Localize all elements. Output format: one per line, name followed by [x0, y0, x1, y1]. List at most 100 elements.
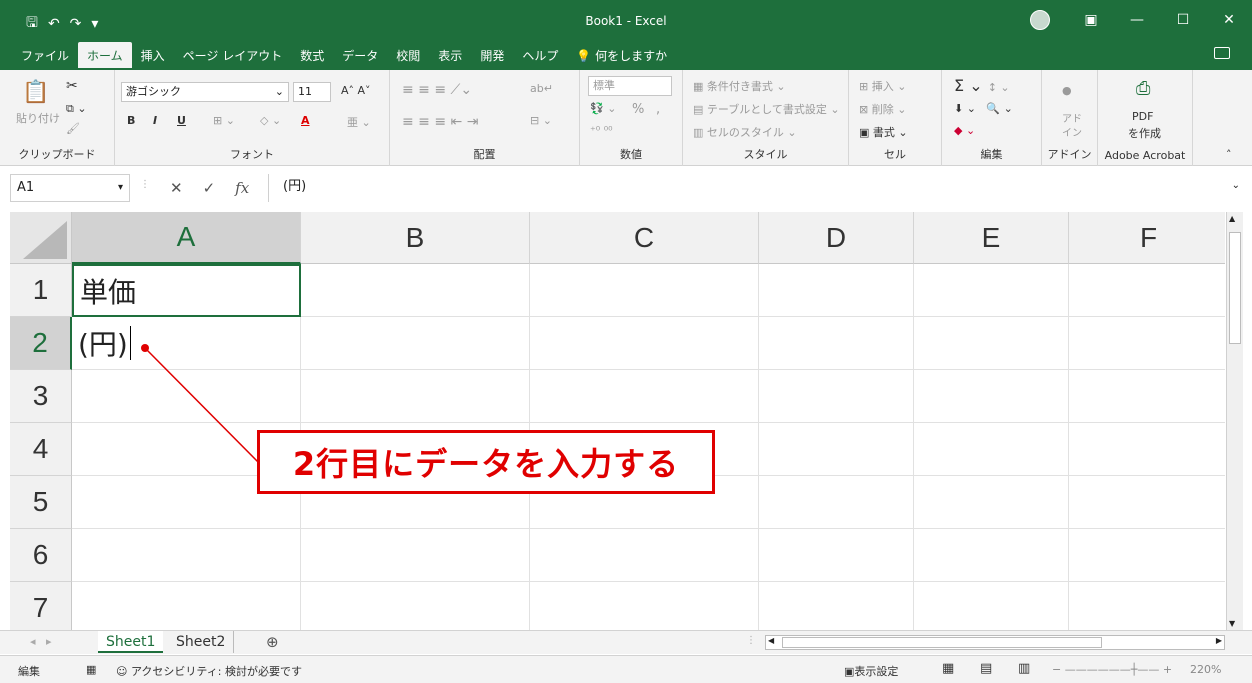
grid-cell[interactable]: [1069, 476, 1225, 529]
delete-cells-button[interactable]: ⊠ 削除 ⌄: [859, 101, 906, 117]
row-header-3[interactable]: 3: [10, 370, 72, 423]
grid-cell[interactable]: [301, 264, 530, 317]
wrap-text-icon[interactable]: ab↵: [530, 82, 553, 95]
grid-cell[interactable]: [914, 264, 1069, 317]
insert-cells-button[interactable]: ⊞ 挿入 ⌄: [859, 78, 906, 94]
accounting-format-icon[interactable]: 💱 ⌄: [590, 102, 616, 115]
normal-view-icon[interactable]: ▦: [942, 661, 954, 676]
tab-page-layout[interactable]: ページ レイアウト: [174, 42, 292, 70]
tab-help[interactable]: ヘルプ: [513, 42, 567, 70]
pdf-icon[interactable]: ⎙: [1136, 78, 1150, 99]
row-header-6[interactable]: 6: [10, 529, 72, 582]
autosum-button[interactable]: Σ ⌄ ↕ ⌄: [954, 76, 1010, 95]
column-header-e[interactable]: E: [914, 212, 1069, 264]
grid-cell[interactable]: [301, 317, 530, 370]
cut-icon[interactable]: ✂: [66, 78, 78, 94]
tell-me-search[interactable]: 💡 何をしますか: [567, 42, 676, 70]
grid-cell[interactable]: [759, 423, 914, 476]
vertical-scrollbar[interactable]: ▲ ▼: [1226, 212, 1243, 630]
insert-function-icon[interactable]: fx: [235, 179, 249, 197]
grid-cell[interactable]: [759, 476, 914, 529]
grid-cell[interactable]: [301, 370, 530, 423]
grid-cell[interactable]: [759, 370, 914, 423]
create-pdf-line1[interactable]: PDF: [1132, 110, 1153, 123]
accessibility-status[interactable]: ☺ アクセシビリティ: 検討が必要です: [116, 663, 302, 679]
horizontal-scrollbar[interactable]: ◀ ▶: [765, 635, 1225, 650]
grid-cell[interactable]: [301, 529, 530, 582]
addins-line2[interactable]: イン: [1062, 124, 1082, 139]
grid-cell[interactable]: [301, 582, 530, 630]
clear-icon[interactable]: ◆ ⌄: [954, 124, 975, 137]
scroll-left-icon[interactable]: ◀: [768, 636, 774, 645]
grid-cell[interactable]: [1069, 423, 1225, 476]
grid-cell[interactable]: [72, 529, 301, 582]
conditional-format-button[interactable]: ▦ 条件付き書式 ⌄: [693, 78, 786, 94]
format-cells-button[interactable]: ▣ 書式 ⌄: [859, 124, 908, 140]
scroll-up-icon[interactable]: ▲: [1229, 214, 1235, 223]
decimal-icons[interactable]: ⁺⁰ ⁰⁰: [590, 124, 613, 137]
display-settings-button[interactable]: ▣表示設定: [844, 663, 898, 679]
grid-cell[interactable]: [72, 370, 301, 423]
grow-font-icon[interactable]: A˄ A˅: [341, 84, 371, 97]
tab-insert[interactable]: 挿入: [132, 42, 174, 70]
font-name-select[interactable]: 游ゴシック ⌄: [121, 82, 289, 102]
addins-icon[interactable]: ●: [1062, 84, 1072, 97]
grid-cell[interactable]: [914, 317, 1069, 370]
cell-a2[interactable]: (円): [72, 317, 301, 370]
add-sheet-icon[interactable]: ⊕: [266, 633, 279, 651]
sheet-nav-icons[interactable]: ◂ ▸: [30, 635, 52, 648]
copy-icon[interactable]: ⧉ ⌄: [66, 102, 87, 116]
grid-cell[interactable]: [1069, 317, 1225, 370]
tab-view[interactable]: 表示: [429, 42, 471, 70]
scroll-right-icon[interactable]: ▶: [1216, 636, 1222, 645]
enter-icon[interactable]: ✓: [203, 179, 216, 197]
worksheet-grid[interactable]: A B C D E F 1 2 3 4 5 6 7 単価 (円): [10, 212, 1225, 630]
borders-icon[interactable]: ⊞ ⌄: [213, 114, 235, 127]
italic-button[interactable]: I: [153, 114, 157, 127]
collapse-ribbon-icon[interactable]: ˄: [1226, 148, 1232, 161]
cell-styles-button[interactable]: ▥ セルのスタイル ⌄: [693, 124, 797, 140]
grid-cell[interactable]: [759, 582, 914, 630]
grid-cell[interactable]: [530, 529, 759, 582]
grid-cell[interactable]: [759, 317, 914, 370]
column-header-a[interactable]: A: [72, 212, 301, 264]
row-header-4[interactable]: 4: [10, 423, 72, 476]
ribbon-display-options-icon[interactable]: ▣: [1068, 0, 1114, 40]
grid-cell[interactable]: [530, 317, 759, 370]
grid-cell[interactable]: [914, 582, 1069, 630]
sheet-tab-sheet1[interactable]: Sheet1: [98, 631, 164, 653]
page-break-view-icon[interactable]: ▥: [1018, 661, 1030, 676]
column-header-d[interactable]: D: [759, 212, 914, 264]
tab-review[interactable]: 校閲: [387, 42, 429, 70]
comments-icon[interactable]: [1214, 47, 1230, 59]
account-icon[interactable]: [1030, 10, 1050, 30]
percent-style-button[interactable]: %: [632, 102, 644, 117]
grid-cell[interactable]: [530, 370, 759, 423]
grid-cell[interactable]: [1069, 529, 1225, 582]
minimize-button[interactable]: —: [1114, 0, 1160, 40]
comma-style-button[interactable]: ,: [656, 102, 660, 117]
expand-formula-icon[interactable]: ⌄: [1232, 180, 1240, 191]
row-header-7[interactable]: 7: [10, 582, 72, 630]
phonetic-icon[interactable]: 亜 ⌄: [347, 114, 371, 130]
horizontal-align-icons[interactable]: ≡ ≡ ≡ ⇤ ⇥: [402, 114, 478, 130]
tab-file[interactable]: ファイル: [12, 42, 78, 70]
name-box[interactable]: A1 ▾: [10, 174, 130, 202]
font-color-icon[interactable]: A: [301, 114, 310, 127]
grid-cell[interactable]: [914, 423, 1069, 476]
grid-cell[interactable]: [914, 529, 1069, 582]
tab-data[interactable]: データ: [333, 42, 387, 70]
macro-record-icon[interactable]: ▦: [86, 663, 96, 676]
format-as-table-button[interactable]: ▤ テーブルとして書式設定 ⌄: [693, 101, 840, 117]
create-pdf-line2[interactable]: を作成: [1128, 125, 1161, 141]
column-header-f[interactable]: F: [1069, 212, 1225, 264]
font-size-select[interactable]: 11: [293, 82, 331, 102]
grid-cell[interactable]: [759, 264, 914, 317]
tab-home[interactable]: ホーム: [78, 42, 132, 70]
paste-label[interactable]: 貼り付け: [16, 110, 60, 126]
grid-cell[interactable]: [530, 582, 759, 630]
row-header-5[interactable]: 5: [10, 476, 72, 529]
underline-button[interactable]: U: [177, 114, 186, 127]
zoom-slider[interactable]: − ——————┼—— +: [1052, 663, 1172, 676]
grid-cell[interactable]: [72, 582, 301, 630]
